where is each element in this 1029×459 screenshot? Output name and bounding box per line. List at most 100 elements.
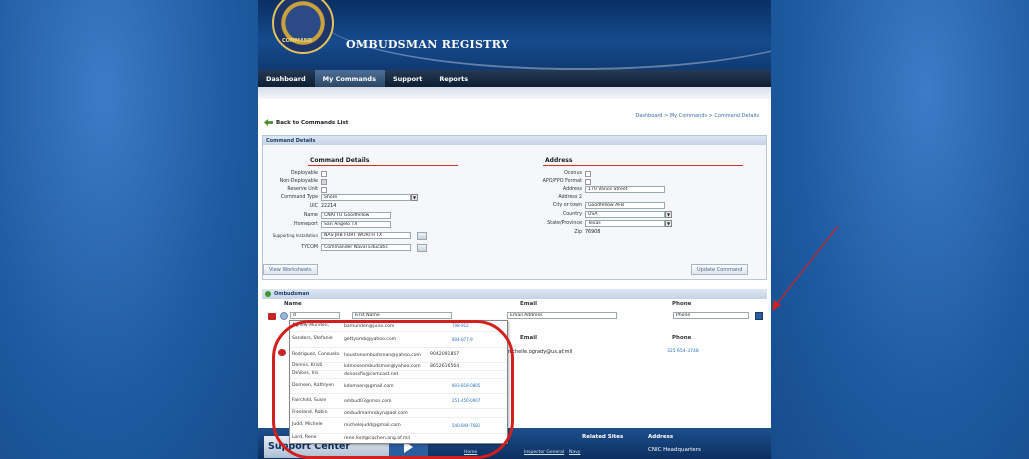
dropdown-item[interactable]: Dennis, Kristi kdmoseombudsman@yahoo.com 8… (290, 363, 507, 372)
homeport-row: Homeport San Angelo TX (263, 221, 391, 228)
existing-phone[interactable]: 325 654-3748 (667, 349, 699, 354)
dropdown-item-name: Rodriguez, Consuela (292, 351, 340, 357)
dropdown-item[interactable]: Rodriguez, Consuela houstonombudsman@yaho… (290, 348, 507, 364)
footer-link-home[interactable]: Home (464, 450, 477, 455)
dropdown-item[interactable]: Lord, Rene rene.lord@cachen.ang.af.mil (290, 434, 507, 443)
col-phone: Phone (672, 301, 692, 307)
col-email-2: Email (520, 335, 537, 341)
view-worksheets-button[interactable]: View Worksheets (263, 264, 318, 275)
chevron-down-icon[interactable]: ▼ (411, 194, 418, 201)
supporting-installation-label: Supporting Installation (272, 232, 318, 238)
related-sites-heading: Related Sites (582, 434, 624, 440)
dropdown-item-email: rene.lord@cachen.ang.af.mil (344, 436, 410, 442)
ombudsman-header: Ombudsman (262, 289, 767, 299)
nav-support[interactable]: Support (385, 70, 431, 87)
oconus-row: Oconus (527, 170, 591, 177)
command-details-panel: Command Details Command Details Deployab… (262, 135, 767, 280)
apo-checkbox[interactable] (585, 178, 591, 185)
dropdown-item-name: Agnew-Munden, (292, 322, 330, 328)
non-deployable-checkbox[interactable] (321, 178, 327, 185)
dropdown-item-phone: 798-912 (452, 322, 469, 328)
city-label: City or town (552, 203, 582, 208)
back-link-label: Back to Commands List (276, 119, 349, 126)
address-rule (543, 165, 743, 166)
first-name-input[interactable]: First Name (352, 312, 452, 319)
email-input[interactable]: Email Address (507, 312, 617, 319)
country-label: Country (562, 212, 582, 217)
name-input[interactable]: CNATTU Goodfellow (321, 212, 391, 219)
homeport-input[interactable]: San Angelo TX (321, 221, 391, 228)
back-to-commands-link[interactable]: Back to Commands List (264, 119, 348, 126)
breadcrumb[interactable]: Dashboard > My Commands > Command Detail… (635, 113, 759, 119)
address-footer-heading: Address (648, 434, 674, 440)
command-type-row: Command Type Shore ▼ (263, 194, 418, 201)
dropdown-item[interactable]: Sanders, Stefanie gettyomb@yahoo.com 804-8… (290, 332, 507, 349)
dropdown-item-name: Fairchild, Susie (292, 397, 327, 403)
non-deployable-row: Non-Deployable (263, 178, 327, 185)
person-icon[interactable] (280, 312, 288, 320)
update-command-button[interactable]: Update Command (691, 264, 749, 275)
ombudsman-title: Ombudsman (274, 291, 310, 297)
chevron-down-icon[interactable]: ▼ (665, 220, 672, 227)
site-title: OMBUDSMAN REGISTRY (346, 38, 509, 51)
dropdown-item-phone: 8652616564 (430, 363, 460, 369)
dropdown-item-phone: 9042091857 (430, 352, 460, 358)
dropdown-item-email: houstonombudsman@yahoo.com (344, 352, 422, 358)
tycom-input[interactable]: Commander Naval Educatic (321, 244, 411, 251)
col-phone-2: Phone (672, 335, 692, 341)
deployable-label: Deployable (290, 171, 318, 176)
dropdown-item[interactable]: Fairchild, Susie ombud03@msn.com 251-450-0… (290, 394, 507, 410)
dropdown-item[interactable]: DeVoss, Iris devossfis@comcast.net (290, 371, 507, 380)
deployable-checkbox[interactable] (321, 170, 327, 177)
panel-title: Command Details (263, 136, 766, 145)
nav-reports[interactable]: Reports (431, 70, 477, 87)
autocomplete-dropdown: Agnew-Munden, bamunden@juno.com 798-912 Sa… (289, 320, 508, 444)
dropdown-item-email: kdomsen@gmail.com (344, 383, 394, 389)
footer-link-inspector-general[interactable]: Inspector General (524, 450, 564, 455)
dropdown-item-email: kdmoseombudsman@yahoo.com (344, 364, 421, 370)
non-deployable-label: Non-Deployable (279, 179, 318, 184)
reserve-unit-row: Reserve Unit (263, 186, 327, 193)
city-input[interactable]: Goodfellow AFB (585, 202, 665, 209)
uic-value: 22214 (321, 204, 337, 209)
delete-icon[interactable] (268, 313, 276, 320)
city-row: City or town Goodfellow AFB (527, 202, 665, 209)
background-right (771, 0, 1029, 459)
dropdown-item-phone: 804-877-9 (452, 336, 473, 342)
nav-dashboard[interactable]: Dashboard (258, 70, 315, 87)
uic-label: UIC (309, 204, 318, 209)
zip-label: Zip (574, 230, 582, 235)
chevron-down-icon[interactable]: ▼ (665, 211, 672, 218)
existing-email: michelle.ogrady@us.af.mil (506, 349, 573, 355)
zip-row: Zip 76908 (527, 229, 600, 236)
search-name-input[interactable]: d (290, 312, 340, 319)
dropdown-item-email: michelejudd@gmail.com (344, 423, 401, 429)
state-select[interactable]: Texas (585, 220, 665, 227)
address2-label: Address 2 (558, 195, 582, 200)
oconus-checkbox[interactable] (585, 170, 591, 177)
command-type-select[interactable]: Shore (321, 194, 411, 201)
remove-icon[interactable] (278, 349, 286, 356)
footer-link-navy[interactable]: Navy (569, 450, 580, 455)
supporting-lookup-button[interactable] (417, 231, 427, 240)
dropdown-item[interactable]: Judd, Michele michelejudd@gmail.com 540-84… (290, 418, 507, 435)
tycom-lookup-button[interactable] (417, 243, 427, 252)
nav-my-commands[interactable]: My Commands (314, 70, 385, 87)
name-row: Name CNATTU Goodfellow (263, 212, 391, 219)
dropdown-item-email: ombudmamrobyn@aol.com (344, 410, 408, 416)
supporting-installation-input[interactable]: NAS JRB FORT WORTH TX (321, 232, 411, 239)
address-heading: Address (545, 157, 573, 164)
reserve-unit-checkbox[interactable] (321, 186, 327, 193)
address-input[interactable]: 170 Vance Street (585, 186, 665, 193)
apo-label: APO/FPO Format (542, 179, 582, 184)
save-icon[interactable] (755, 312, 763, 320)
dropdown-item-name: Domsen, Kathlyen (292, 382, 335, 388)
uic-row: UIC 22214 (263, 203, 337, 210)
phone-input[interactable]: Phone (673, 312, 749, 319)
command-details-rule (308, 165, 458, 166)
tycom-label: TYCOM (301, 245, 318, 250)
dropdown-item[interactable]: Domsen, Kathlyen kdomsen@gmail.com 803-818… (290, 379, 507, 395)
dropdown-item[interactable]: Freeland, Robin ombudmamrobyn@aol.com (290, 409, 507, 419)
country-select[interactable]: USA (585, 211, 665, 218)
dropdown-item[interactable]: Agnew-Munden, bamunden@juno.com 798-912 (290, 321, 507, 333)
